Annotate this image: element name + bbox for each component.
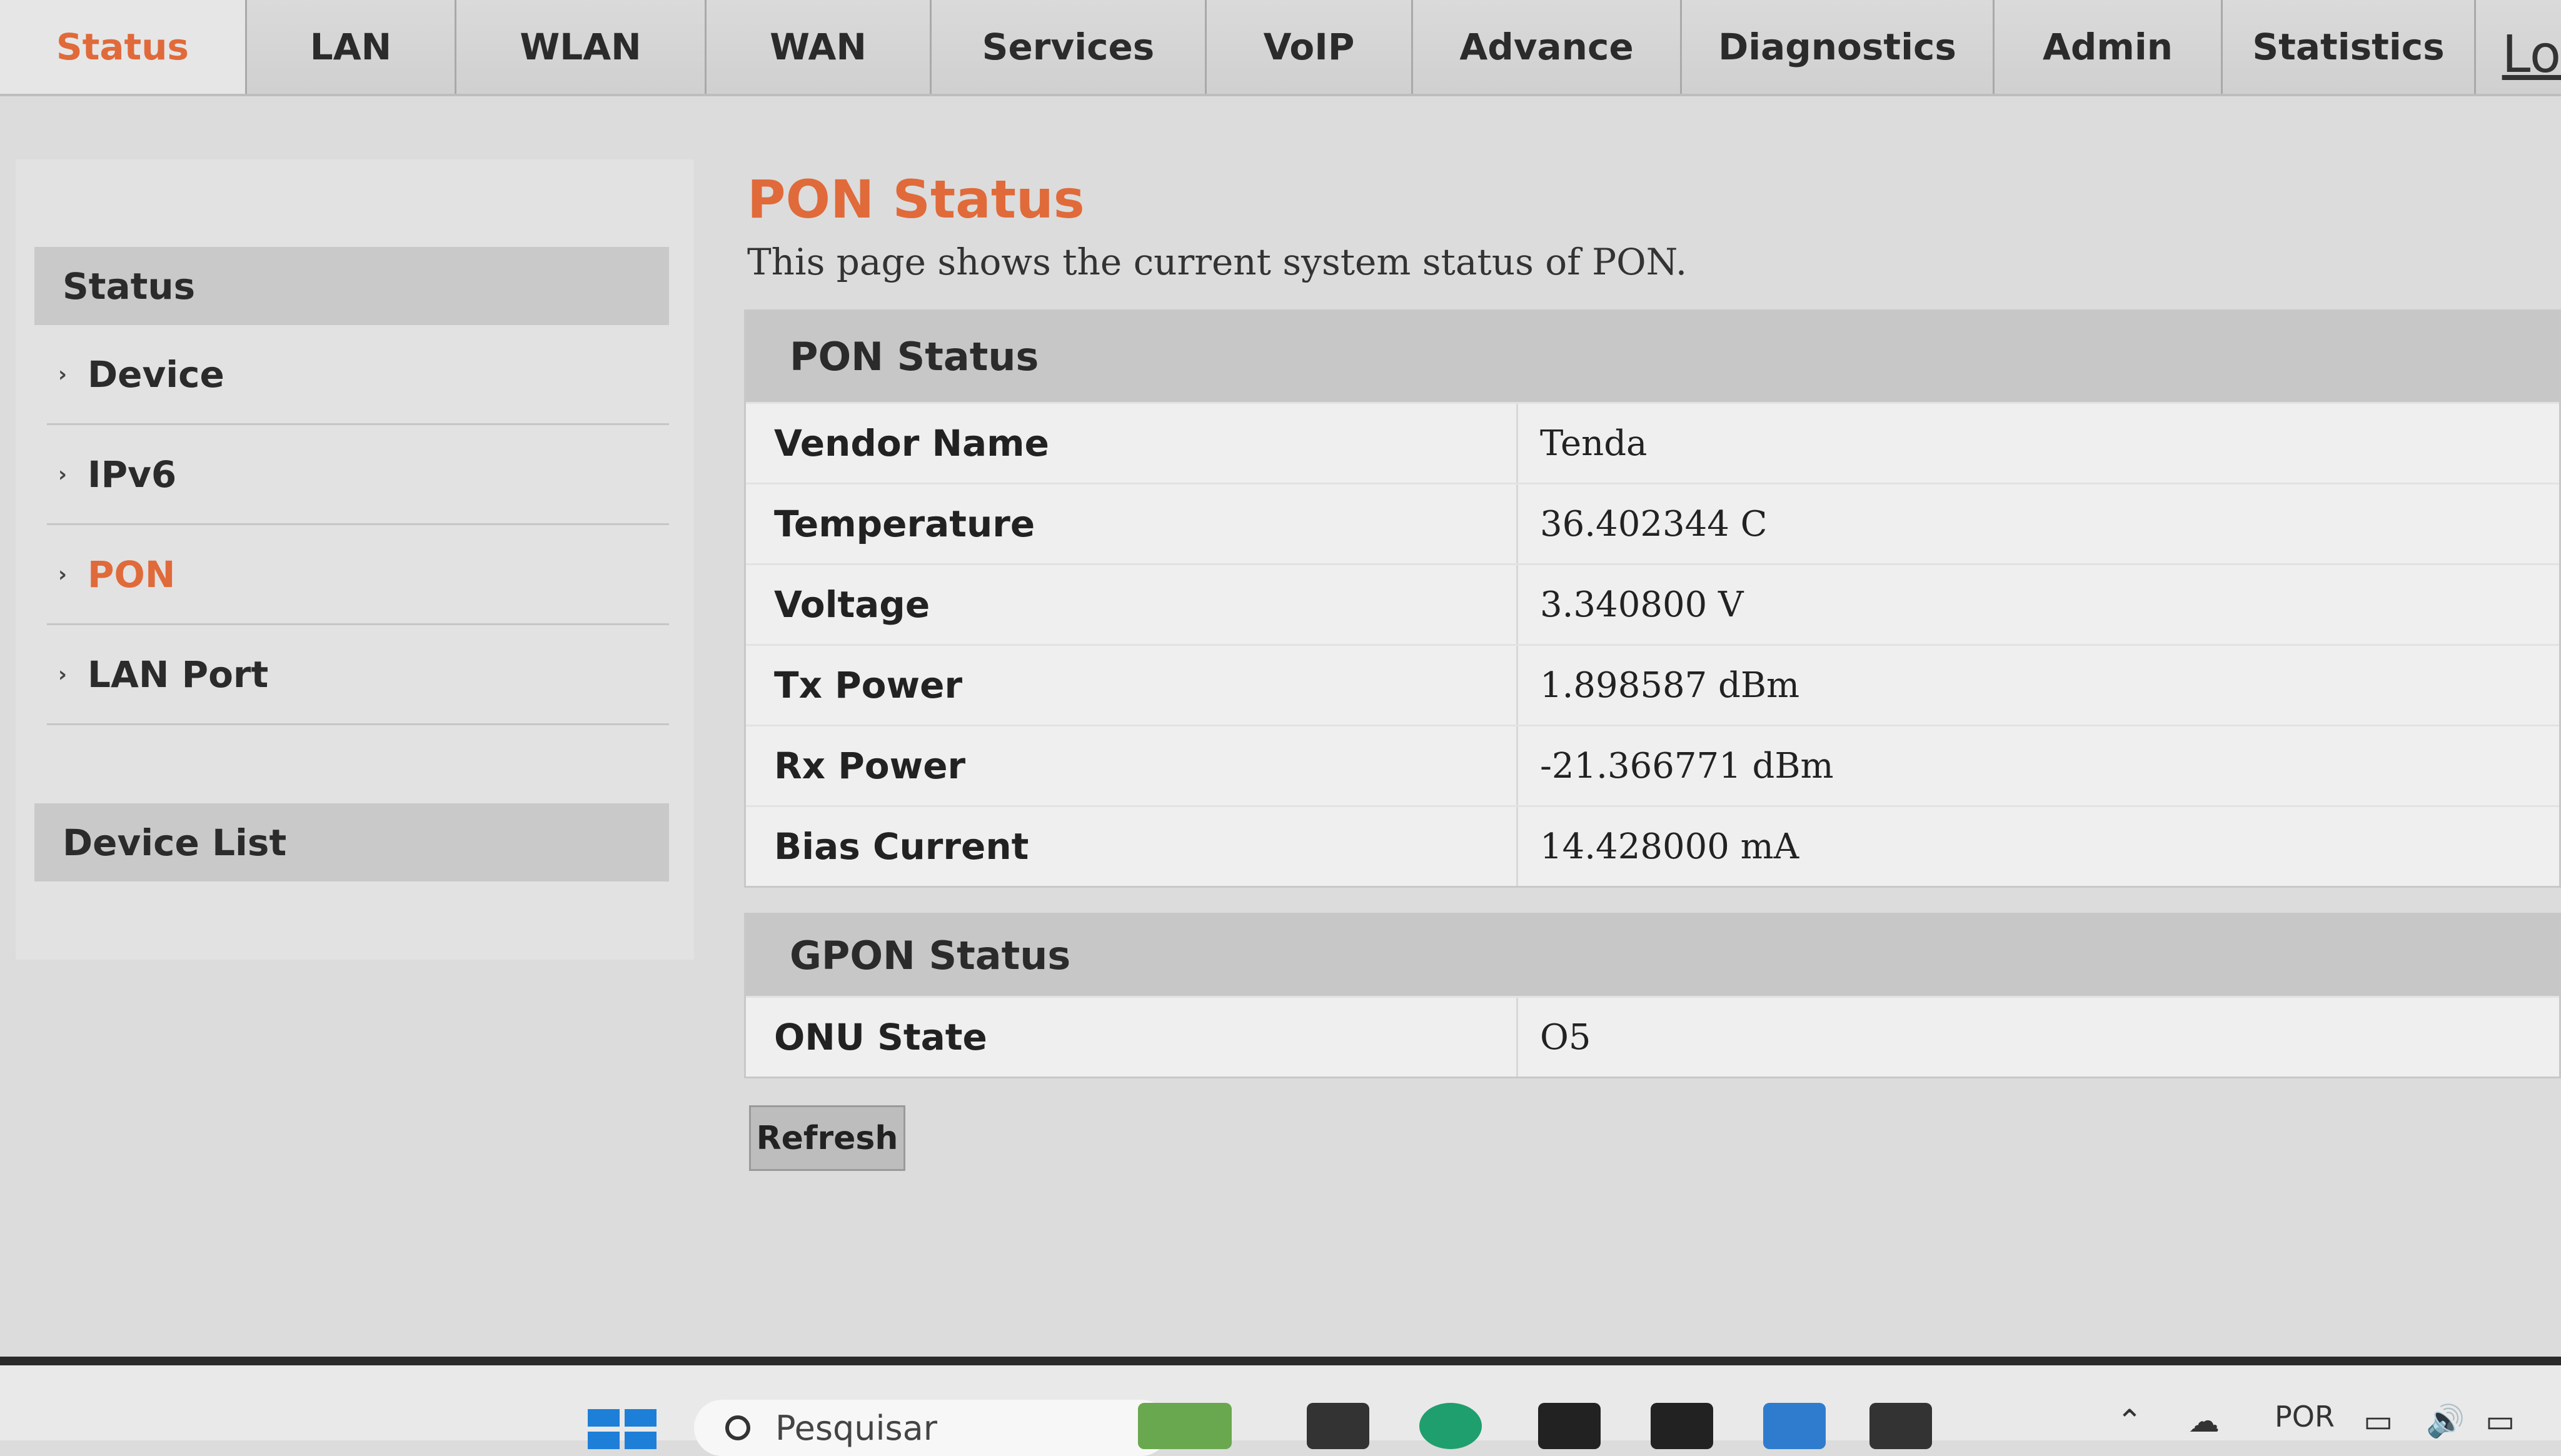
sidebar-item-label: PON bbox=[88, 553, 176, 596]
row-label: Temperature bbox=[746, 484, 1518, 563]
table-row: Vendor Name Tenda bbox=[746, 402, 2559, 483]
search-icon bbox=[725, 1415, 750, 1440]
chevron-right-icon: › bbox=[58, 361, 68, 387]
chevron-right-icon: › bbox=[58, 661, 68, 687]
gpon-status-panel: GPON Status ONU State O5 bbox=[744, 913, 2561, 1078]
calendar-icon[interactable] bbox=[1763, 1403, 1826, 1449]
row-value: Tenda bbox=[1540, 423, 1648, 464]
sidebar-item-pon[interactable]: › PON bbox=[47, 525, 669, 625]
tab-wlan[interactable]: WLAN bbox=[456, 0, 707, 94]
row-label: Tx Power bbox=[746, 646, 1518, 725]
sidebar-header-status[interactable]: Status bbox=[34, 247, 669, 325]
row-label: Voltage bbox=[746, 565, 1518, 644]
sidebar-item-ipv6[interactable]: › IPv6 bbox=[47, 425, 669, 525]
tab-voip[interactable]: VoIP bbox=[1207, 0, 1413, 94]
refresh-button[interactable]: Refresh bbox=[749, 1105, 905, 1171]
page-title: PON Status bbox=[747, 169, 1085, 230]
sidebar-item-label: LAN Port bbox=[88, 653, 269, 696]
sidebar-item-lan-port[interactable]: › LAN Port bbox=[47, 625, 669, 725]
sidebar-header-device-list[interactable]: Device List bbox=[34, 803, 669, 881]
table-row: Tx Power 1.898587 dBm bbox=[746, 644, 2559, 725]
language-indicator[interactable]: POR bbox=[2275, 1400, 2335, 1433]
chevron-up-icon[interactable]: ⌃ bbox=[2116, 1403, 2143, 1439]
pon-panel-header: PON Status bbox=[746, 311, 2559, 402]
row-value: -21.366771 dBm bbox=[1540, 745, 1834, 786]
tab-status[interactable]: Status bbox=[0, 0, 247, 94]
taskbar: Pesquisar ⌃ ☁ POR ▭ 🔊 ▭ bbox=[0, 1357, 2561, 1456]
tab-admin[interactable]: Admin bbox=[1995, 0, 2223, 94]
row-label: Bias Current bbox=[746, 807, 1518, 886]
sidebar-item-device[interactable]: › Device bbox=[47, 325, 669, 425]
row-value: 36.402344 C bbox=[1540, 503, 1768, 545]
pon-status-panel: PON Status Vendor Name Tenda Temperature… bbox=[744, 309, 2561, 888]
tab-services[interactable]: Services bbox=[932, 0, 1207, 94]
taskbar-search-placeholder: Pesquisar bbox=[775, 1408, 937, 1448]
cloud-icon[interactable]: ☁ bbox=[2188, 1403, 2220, 1439]
chevron-right-icon: › bbox=[58, 561, 68, 587]
volume-icon[interactable]: 🔊 bbox=[2426, 1403, 2465, 1440]
row-value: 14.428000 mA bbox=[1540, 826, 1799, 867]
taskbar-search[interactable]: Pesquisar bbox=[694, 1400, 1169, 1456]
row-value: 1.898587 dBm bbox=[1540, 665, 1800, 706]
row-label: Rx Power bbox=[746, 726, 1518, 805]
windows-start-icon[interactable] bbox=[588, 1409, 657, 1449]
table-row: ONU State O5 bbox=[746, 996, 2559, 1077]
sidebar-item-label: IPv6 bbox=[88, 453, 177, 496]
tab-lan[interactable]: LAN bbox=[247, 0, 456, 94]
command-prompt-icon[interactable] bbox=[1869, 1403, 1932, 1449]
tab-advance[interactable]: Advance bbox=[1413, 0, 1682, 94]
row-label: ONU State bbox=[746, 998, 1518, 1077]
edge-browser-icon[interactable] bbox=[1419, 1403, 1482, 1449]
table-row: Voltage 3.340800 V bbox=[746, 563, 2559, 644]
tab-diagnostics[interactable]: Diagnostics bbox=[1682, 0, 1995, 94]
table-row: Temperature 36.402344 C bbox=[746, 483, 2559, 563]
battery-icon[interactable]: ▭ bbox=[2485, 1403, 2515, 1439]
logout-link[interactable]: Lo bbox=[2502, 25, 2561, 84]
table-row: Rx Power -21.366771 dBm bbox=[746, 725, 2559, 805]
speed-dial-icon[interactable] bbox=[1651, 1403, 1713, 1449]
table-row: Bias Current 14.428000 mA bbox=[746, 805, 2559, 886]
network-icon[interactable]: ▭ bbox=[2363, 1403, 2393, 1439]
row-value: O5 bbox=[1540, 1017, 1591, 1058]
sidebar: Status › Device › IPv6 › PON › LAN Port … bbox=[16, 159, 694, 960]
gpon-panel-header: GPON Status bbox=[746, 915, 2559, 996]
row-value: 3.340800 V bbox=[1540, 584, 1744, 625]
terminal-icon[interactable] bbox=[1538, 1403, 1601, 1449]
chevron-right-icon: › bbox=[58, 461, 68, 487]
hands-widget-icon[interactable] bbox=[1138, 1403, 1232, 1449]
page-description: This page shows the current system statu… bbox=[747, 241, 1688, 283]
top-nav: Status LAN WLAN WAN Services VoIP Advanc… bbox=[0, 0, 2561, 96]
app-icon[interactable] bbox=[1307, 1403, 1369, 1449]
tab-statistics[interactable]: Statistics bbox=[2223, 0, 2476, 94]
sidebar-item-label: Device bbox=[88, 353, 224, 396]
row-label: Vendor Name bbox=[746, 404, 1518, 483]
tab-wan[interactable]: WAN bbox=[707, 0, 932, 94]
